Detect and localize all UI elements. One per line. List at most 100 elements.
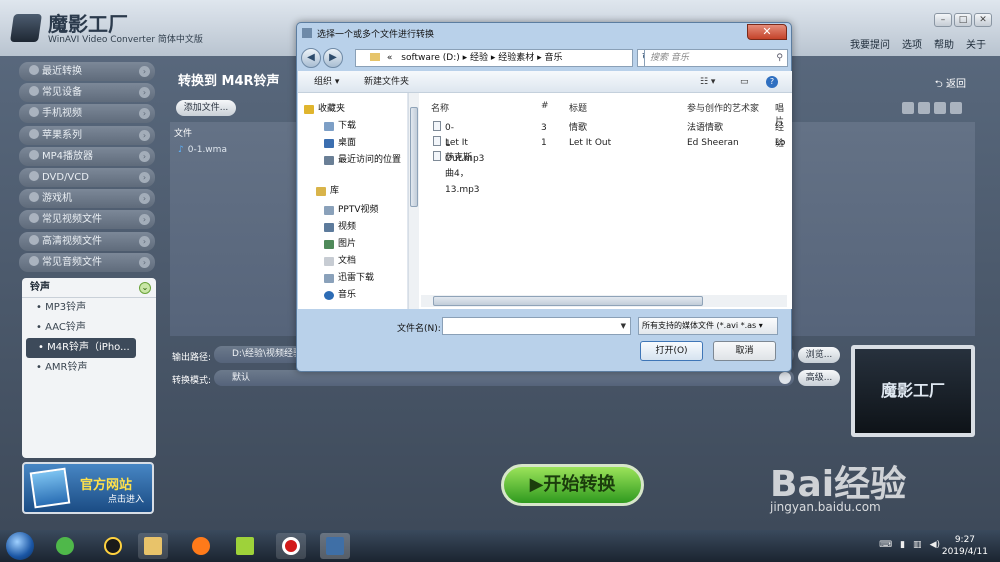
table-row[interactable]: 萨克斯曲4，13.mp3 bbox=[419, 150, 792, 195]
add-file-button[interactable]: 添加文件... bbox=[176, 100, 236, 116]
menu-about[interactable]: 关于 bbox=[966, 36, 986, 51]
advanced-button[interactable]: 高级... bbox=[798, 370, 840, 386]
menu-ask[interactable]: 我要提问 bbox=[850, 36, 890, 51]
gamepad-icon bbox=[29, 192, 39, 203]
nav-pptv-video[interactable]: PPTV视频 bbox=[324, 203, 379, 217]
document-icon bbox=[324, 257, 334, 266]
close-icon[interactable]: ✕ bbox=[747, 24, 787, 40]
nav-pictures[interactable]: 图片 bbox=[324, 237, 356, 251]
convert-mode-select[interactable]: 默认 bbox=[214, 370, 794, 386]
ringtone-panel: 铃声 ⌄ • MP3铃声 • AAC铃声 • M4R铃声（iPho... • AM… bbox=[22, 278, 156, 458]
battery-icon[interactable]: ▮ bbox=[900, 540, 905, 550]
remove-icon[interactable] bbox=[950, 102, 962, 114]
app-logo-icon bbox=[10, 14, 42, 42]
column-number[interactable]: # bbox=[541, 101, 549, 111]
sidebar-item-dvd[interactable]: DVD/VCD › bbox=[19, 167, 155, 187]
filename-label: 文件名(N): bbox=[397, 324, 441, 334]
nav-recent-places[interactable]: 最近访问的位置 bbox=[324, 153, 401, 167]
back-button[interactable]: ⮌ 返回 bbox=[935, 75, 966, 94]
scrollbar-thumb[interactable] bbox=[410, 107, 418, 207]
convert-mode-label: 转换模式: bbox=[172, 376, 212, 386]
cancel-button[interactable]: 取消 bbox=[713, 341, 776, 361]
nav-libraries[interactable]: 库 bbox=[316, 184, 339, 198]
forward-arrow-icon[interactable]: ▶ bbox=[323, 48, 343, 68]
add-icon[interactable] bbox=[934, 102, 946, 114]
sidebar-item-phone[interactable]: 手机视频 › bbox=[19, 104, 155, 124]
sidebar-item-apple[interactable]: 苹果系列 › bbox=[19, 125, 155, 145]
back-arrow-icon[interactable]: ◀ bbox=[301, 48, 321, 68]
dropdown-icon[interactable]: ▼ bbox=[621, 322, 626, 330]
organize-button[interactable]: 组织 ▾ bbox=[314, 71, 339, 93]
nav-thunder-downloads[interactable]: 迅雷下载 bbox=[324, 271, 374, 285]
taskbar-clock[interactable]: 9:27 2019/4/11 bbox=[942, 534, 988, 558]
taskbar-record-icon[interactable] bbox=[276, 533, 306, 559]
page-title: 转换到 M4R铃声 bbox=[178, 74, 280, 89]
search-input[interactable]: 搜索 音乐 ⚲ bbox=[644, 49, 788, 67]
chevron-down-icon: ⌄ bbox=[139, 282, 151, 294]
sidebar-item-video[interactable]: 常见视频文件 › bbox=[19, 210, 155, 230]
official-site-banner[interactable]: 官方网站 点击进入 bbox=[22, 462, 154, 514]
taskbar-qq-icon[interactable] bbox=[98, 533, 128, 559]
preview-pane-icon[interactable]: ▭ bbox=[740, 71, 749, 93]
move-down-icon[interactable] bbox=[902, 102, 914, 114]
ringtone-mp3[interactable]: • MP3铃声 bbox=[22, 298, 156, 318]
chevron-right-icon: › bbox=[139, 171, 150, 183]
ringtone-m4r[interactable]: • M4R铃声（iPho... bbox=[26, 338, 136, 358]
taskbar-winavi-icon[interactable] bbox=[320, 533, 350, 559]
audio-file-icon bbox=[433, 121, 441, 131]
ringtone-amr[interactable]: • AMR铃声 bbox=[22, 358, 156, 378]
browse-button[interactable]: 浏览... bbox=[798, 347, 840, 363]
filename-input[interactable]: ▼ bbox=[442, 317, 631, 335]
sidebar-item-recent[interactable]: 最近转换 › bbox=[19, 62, 155, 81]
menu-help[interactable]: 帮助 bbox=[934, 36, 954, 51]
table-row[interactable]: 0-1 3 情歌 法语情歌 经验 bbox=[419, 120, 792, 149]
nav-documents[interactable]: 文档 bbox=[324, 254, 356, 268]
column-name[interactable]: 名称 bbox=[431, 101, 449, 114]
table-row[interactable]: Let It Out.mp3 1 Let It Out Ed Sheeran L… bbox=[419, 135, 792, 164]
taskbar-firefox-icon[interactable] bbox=[186, 533, 216, 559]
nav-downloads[interactable]: 下载 bbox=[324, 119, 356, 133]
view-icon[interactable]: ☷ ▾ bbox=[700, 71, 715, 93]
taskbar-360-icon[interactable] bbox=[50, 533, 80, 559]
chevron-right-icon: › bbox=[139, 150, 150, 162]
move-up-icon[interactable] bbox=[918, 102, 930, 114]
network-icon[interactable]: ▥ bbox=[913, 540, 922, 550]
music-note-icon bbox=[324, 291, 334, 300]
nav-favorites[interactable]: 收藏夹 bbox=[304, 102, 345, 116]
keyboard-icon[interactable]: ⌨ bbox=[879, 540, 892, 550]
filetype-select[interactable]: 所有支持的媒体文件 (*.avi *.as ▾ bbox=[638, 317, 778, 335]
column-artist[interactable]: 参与创作的艺术家 bbox=[687, 101, 759, 114]
volume-icon[interactable]: ◀) bbox=[930, 540, 940, 550]
sidebar-item-hd[interactable]: 高清视频文件 › bbox=[19, 231, 155, 251]
ringtone-aac[interactable]: • AAC铃声 bbox=[22, 318, 156, 338]
start-icon[interactable] bbox=[6, 532, 34, 560]
menu-options[interactable]: 选项 bbox=[902, 36, 922, 51]
start-convert-button[interactable]: ▶开始转换 bbox=[501, 464, 644, 506]
nav-desktop[interactable]: 桌面 bbox=[324, 136, 356, 150]
nav-videos[interactable]: 视频 bbox=[324, 220, 356, 234]
list-item[interactable]: ♪ 0-1.wma bbox=[178, 145, 227, 155]
column-title[interactable]: 标题 bbox=[569, 101, 587, 114]
minimize-icon[interactable]: – bbox=[934, 13, 952, 27]
sidebar-item-audio[interactable]: 常见音频文件 › bbox=[19, 252, 155, 272]
system-tray: ⌨ ▮ ▥ ◀) bbox=[879, 540, 940, 550]
help-icon[interactable]: ? bbox=[766, 76, 778, 88]
taskbar: ⌨ ▮ ▥ ◀) 9:27 2019/4/11 bbox=[0, 530, 1000, 562]
address-bar[interactable]: « software (D:) ▸ 经验 ▸ 经验素材 ▸ 音乐 bbox=[355, 49, 633, 67]
nav-music[interactable]: 音乐 bbox=[324, 288, 356, 302]
sidebar-item-devices[interactable]: 常见设备 › bbox=[19, 83, 155, 103]
ringtone-header[interactable]: 铃声 ⌄ bbox=[22, 278, 156, 298]
picture-icon bbox=[324, 240, 334, 249]
taskbar-media-icon[interactable] bbox=[230, 533, 260, 559]
new-folder-button[interactable]: 新建文件夹 bbox=[364, 71, 409, 93]
scrollbar-thumb[interactable] bbox=[433, 296, 703, 306]
open-button[interactable]: 打开(O) bbox=[640, 341, 703, 361]
taskbar-explorer-icon[interactable] bbox=[138, 533, 168, 559]
file-horizontal-scrollbar[interactable] bbox=[421, 295, 787, 307]
maximize-icon[interactable]: □ bbox=[954, 13, 972, 27]
website-icon bbox=[29, 467, 71, 509]
nav-scrollbar[interactable] bbox=[408, 93, 419, 309]
sidebar-item-game[interactable]: 游戏机 › bbox=[19, 189, 155, 209]
sidebar-item-mp4[interactable]: MP4播放器 › bbox=[19, 146, 155, 166]
close-icon[interactable]: ✕ bbox=[974, 13, 992, 27]
